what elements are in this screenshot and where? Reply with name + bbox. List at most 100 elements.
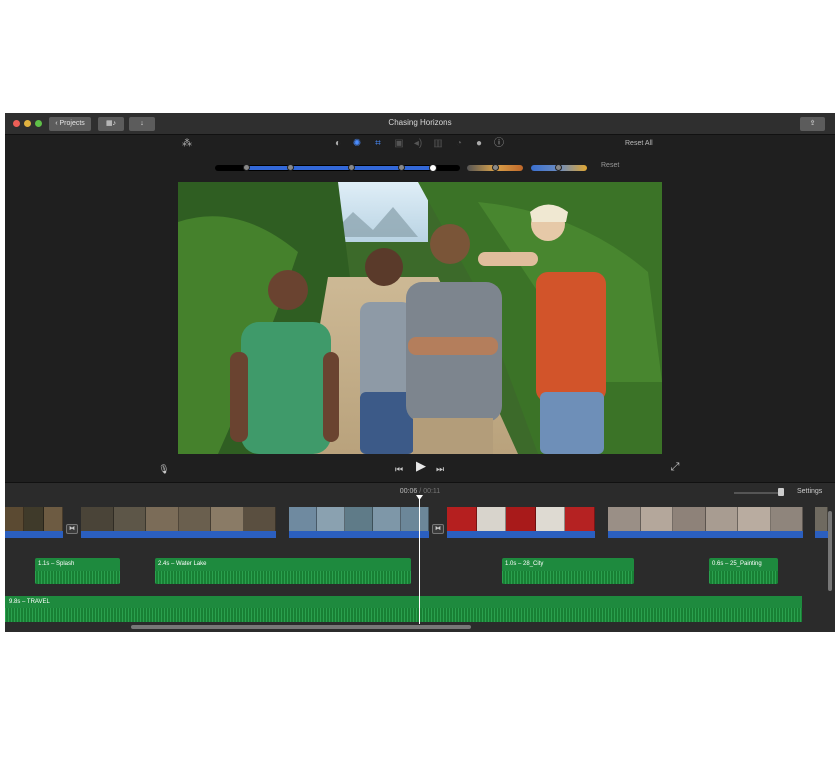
temperature-slider[interactable]: [531, 164, 587, 171]
video-clip[interactable]: [81, 507, 276, 538]
sound-effect-clip[interactable]: 0.6s – 25_Painting: [709, 558, 778, 584]
skip-forward-button[interactable]: ⏭: [434, 463, 446, 475]
filter-icon[interactable]: ●: [473, 138, 485, 150]
exposure-slider[interactable]: [215, 164, 460, 172]
sound-effect-clip[interactable]: 2.4s – Water Lake: [155, 558, 411, 584]
microphone-icon: 🎙: [158, 464, 170, 474]
clip-thumbnail: [81, 507, 114, 531]
background-music-clip[interactable]: 9.8s – TRAVEL: [5, 596, 802, 622]
audio-clip-label: 2.4s – Water Lake: [158, 561, 207, 567]
audio-clip-label: 1.1s – Splash: [38, 561, 75, 567]
video-viewer[interactable]: [178, 182, 662, 454]
color-balance-icon[interactable]: ◐: [332, 138, 344, 150]
transition-button[interactable]: ⧓: [432, 524, 444, 534]
reset-button[interactable]: Reset: [601, 162, 619, 169]
audio-clip-label: 0.6s – 25_Painting: [712, 561, 762, 567]
audio-waveform: [709, 571, 778, 584]
clip-thumbnail: [211, 507, 244, 531]
clip-thumbnail: [770, 507, 803, 531]
play-button[interactable]: ▶: [413, 458, 429, 473]
clip-thumbnail: [113, 507, 146, 531]
clip-thumbnail: [565, 507, 595, 531]
clip-thumbnail: [43, 507, 63, 531]
clip-thumbnail: [373, 507, 401, 531]
fullscreen-icon: ⤢: [670, 461, 680, 473]
timeline-horizontal-scrollbar[interactable]: [131, 625, 471, 629]
clip-thumbnail: [401, 507, 429, 531]
clip-audio-waveform: [81, 531, 276, 538]
info-icon[interactable]: ⓘ: [493, 138, 505, 150]
total-time: 00:11: [423, 488, 441, 495]
video-clip[interactable]: [289, 507, 429, 538]
clip-thumbnail: [447, 507, 477, 531]
color-correction-icon[interactable]: ✺: [351, 138, 363, 150]
clip-thumbnail: [5, 507, 25, 531]
clip-thumbnail: [738, 507, 771, 531]
video-frame-image: [178, 182, 662, 454]
clip-audio-waveform: [447, 531, 595, 538]
title-bar: ‹ Projects ▦♪ ↓ Chasing Horizons ⇪: [5, 113, 835, 135]
clip-thumbnail: [506, 507, 536, 531]
clip-thumbnail: [476, 507, 507, 531]
current-time: 00:06: [399, 488, 418, 495]
midtone-handle[interactable]: [398, 164, 405, 171]
saturation-slider[interactable]: [467, 164, 523, 171]
timeline[interactable]: 00:06 / 00:11 Settings ⧓ ⧓ 1.1s – Splash: [5, 482, 835, 632]
temperature-handle[interactable]: [555, 164, 562, 171]
clip-audio-waveform: [5, 531, 63, 538]
audio-clip-label: 1.0s – 28_City: [505, 561, 544, 567]
skip-back-button[interactable]: ⏮: [393, 463, 405, 475]
clip-thumbnail: [640, 507, 673, 531]
highlights-handle[interactable]: [429, 164, 437, 172]
speed-icon[interactable]: ◔: [453, 138, 465, 150]
saturation-handle[interactable]: [492, 164, 499, 171]
adjustments-bar: ⁂ ◐ ✺ ⌗ ▣ ◂) ▥ ◔ ● ⓘ Reset All Reset: [5, 135, 835, 185]
skip-forward-icon: ⏭: [435, 464, 445, 474]
timeline-vertical-scrollbar[interactable]: [828, 511, 832, 591]
clip-thumbnail: [146, 507, 179, 531]
window-title: Chasing Horizons: [388, 118, 452, 127]
clip-thumbnail: [317, 507, 345, 531]
video-clip-partial[interactable]: [815, 507, 828, 538]
shadows-handle[interactable]: [243, 164, 250, 171]
timecode: 00:06 / 00:11: [5, 488, 835, 495]
clip-thumbnail: [24, 507, 44, 531]
crop-icon[interactable]: ⌗: [372, 138, 384, 150]
audio-waveform: [155, 571, 411, 584]
skip-back-icon: ⏮: [394, 464, 404, 474]
clip-thumbnail: [705, 507, 738, 531]
clip-audio-waveform: [289, 531, 429, 538]
reset-all-button[interactable]: Reset All: [625, 140, 653, 147]
playhead[interactable]: [419, 498, 420, 624]
clip-thumbnail: [535, 507, 566, 531]
play-icon: ▶: [416, 458, 426, 473]
stabilization-icon[interactable]: ▣: [393, 138, 405, 150]
clip-thumbnail: [289, 507, 317, 531]
video-clip[interactable]: [608, 507, 803, 538]
music-waveform: [5, 608, 802, 622]
clip-thumbnail: [243, 507, 276, 531]
volume-icon[interactable]: ◂): [412, 138, 424, 150]
brightness-handle[interactable]: [287, 164, 294, 171]
video-clip[interactable]: [5, 507, 63, 538]
timeline-zoom-slider[interactable]: [734, 492, 782, 494]
transition-button[interactable]: ⧓: [66, 524, 78, 534]
equalizer-icon[interactable]: ▥: [432, 138, 444, 150]
timeline-zoom-handle[interactable]: [778, 488, 784, 496]
magic-wand-icon[interactable]: ⁂: [181, 138, 193, 150]
clip-thumbnail: [673, 507, 706, 531]
contrast-handle[interactable]: [348, 164, 355, 171]
audio-waveform: [502, 571, 634, 584]
share-icon: ⇪: [809, 120, 816, 127]
video-clip[interactable]: [447, 507, 595, 538]
timeline-settings-button[interactable]: Settings: [797, 488, 822, 495]
share-button[interactable]: ⇪: [800, 117, 825, 131]
sound-effect-clip[interactable]: 1.1s – Splash: [35, 558, 120, 584]
sound-effect-clip[interactable]: 1.0s – 28_City: [502, 558, 634, 584]
time-separator: /: [419, 488, 422, 495]
voiceover-button[interactable]: 🎙: [158, 463, 170, 475]
imovie-window: ‹ Projects ▦♪ ↓ Chasing Horizons ⇪ ⁂ ◐ ✺…: [5, 113, 835, 632]
audio-waveform: [35, 571, 120, 584]
fullscreen-button[interactable]: ⤢: [668, 461, 682, 473]
clip-thumbnail: [608, 507, 641, 531]
